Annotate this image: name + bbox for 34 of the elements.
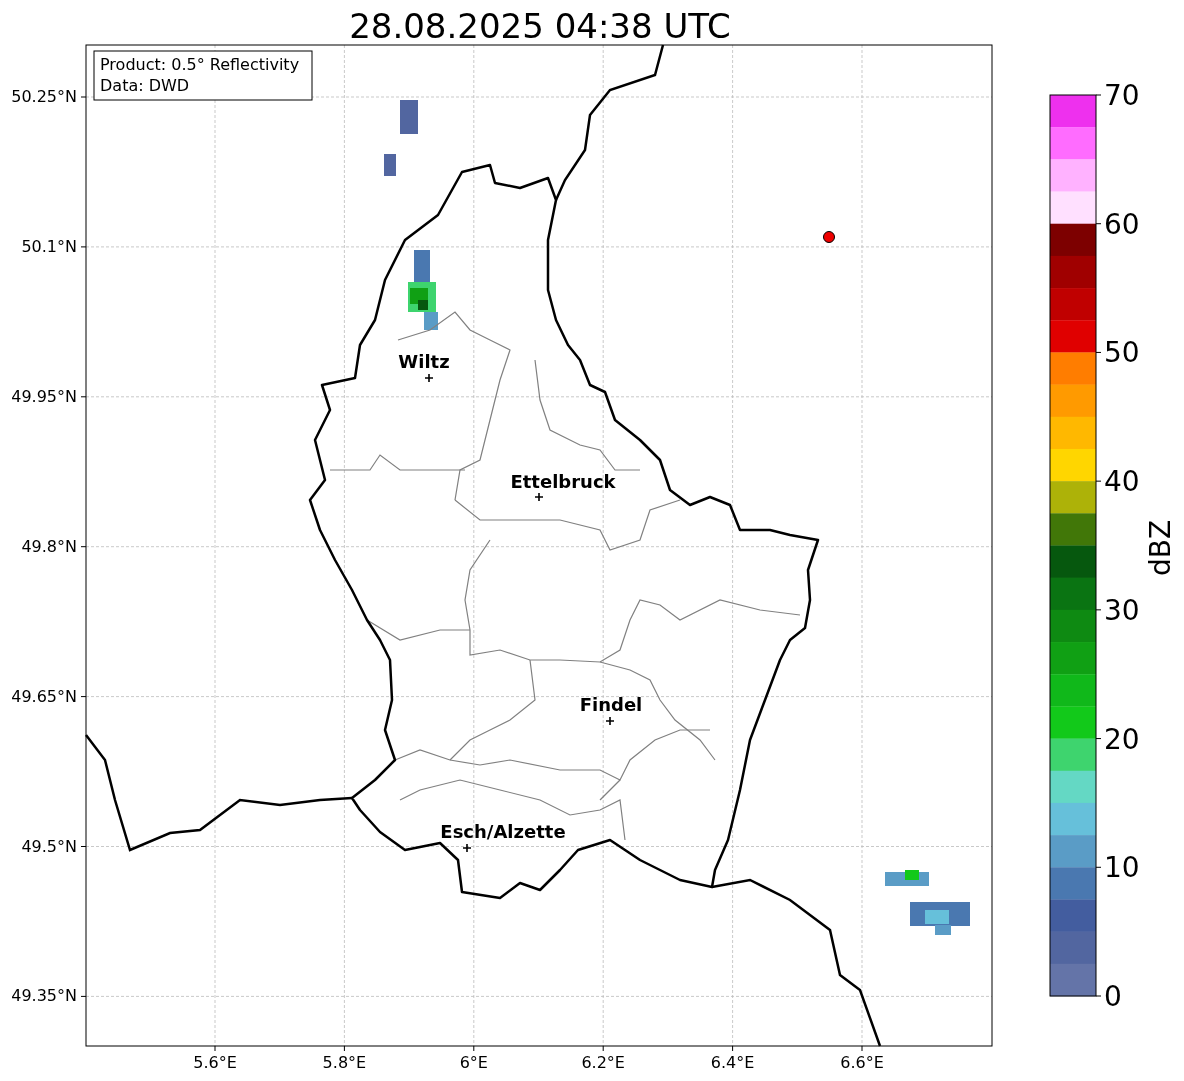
colorbar-tick-label: 20	[1104, 722, 1140, 756]
city-label: Wiltz	[398, 351, 450, 372]
latitude-label: 49.8°N	[21, 536, 77, 556]
longitude-label: 6°E	[459, 1053, 488, 1072]
longitude-label: 5.6°E	[193, 1053, 237, 1072]
latitude-label: 50.25°N	[11, 87, 77, 106]
colorbar-tick-label: 70	[1104, 79, 1140, 112]
longitude-label: 6.4°E	[710, 1053, 755, 1072]
latitude-label: 49.65°N	[11, 686, 77, 706]
city-label: Esch/Alzette	[440, 821, 566, 842]
radar-site-marker	[823, 231, 835, 243]
colorbar-tick-label: 50	[1104, 336, 1140, 370]
latitude-label: 49.35°N	[11, 986, 77, 1006]
colorbar-tick-label: 10	[1104, 851, 1140, 885]
city-marker-icon	[605, 716, 615, 726]
city-marker-icon	[424, 373, 434, 383]
city-marker-icon	[534, 492, 544, 502]
city-marker-icon	[462, 843, 472, 853]
colorbar-label: dBZ	[1144, 519, 1177, 577]
colorbar-tick-label: 40	[1104, 465, 1140, 499]
latitude-label: 50.1°N	[21, 236, 77, 256]
chart-title: 28.08.2025 04:38 UTC	[349, 6, 731, 46]
longitude-label: 6.2°E	[581, 1053, 625, 1072]
latitude-label: 49.95°N	[11, 386, 77, 406]
colorbar-tick-label: 0	[1104, 980, 1122, 1013]
longitude-label: 6.6°E	[840, 1053, 884, 1072]
info-text: Product: 0.5° Reflectivity	[100, 55, 300, 74]
info-text: Data: DWD	[100, 76, 190, 95]
longitude-label: 5.8°E	[322, 1053, 367, 1072]
colorbar-tick-label: 30	[1104, 593, 1140, 627]
latitude-label: 49.5°N	[21, 836, 77, 856]
colorbar-tick-label: 60	[1104, 207, 1140, 241]
city-label: Ettelbruck	[510, 471, 616, 492]
city-label: Findel	[579, 694, 643, 715]
